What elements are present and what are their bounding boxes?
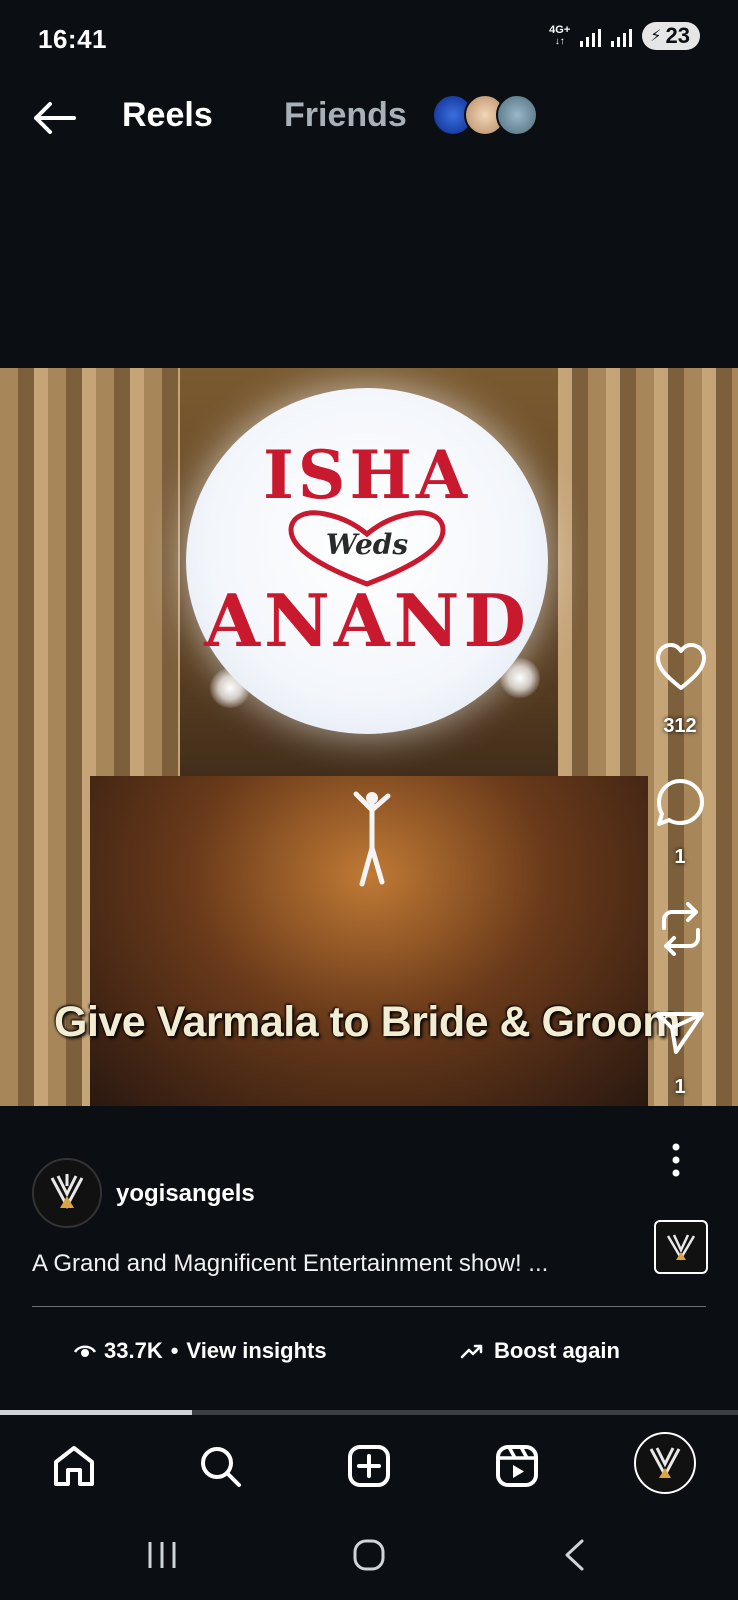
bottom-navigation bbox=[0, 1420, 738, 1510]
audio-logo bbox=[666, 1234, 696, 1261]
video-caption-overlay: Give Varmala to Bride & Groom bbox=[54, 998, 680, 1046]
brand-logo bbox=[50, 1174, 84, 1210]
signal-icon bbox=[580, 25, 602, 47]
insights-label: View insights bbox=[186, 1338, 327, 1363]
balloon-name-bottom: ANAND bbox=[204, 578, 530, 663]
reels-tab[interactable]: Reels bbox=[122, 96, 213, 135]
eye-icon bbox=[74, 1345, 96, 1357]
boost-again-button[interactable]: Boost again bbox=[460, 1338, 620, 1364]
views-count: 33.7K bbox=[104, 1338, 163, 1363]
view-insights-button[interactable]: 33.7K • View insights bbox=[74, 1338, 327, 1364]
balloon-name-top: ISHA bbox=[262, 436, 472, 514]
separator-dot: • bbox=[170, 1338, 179, 1363]
aerial-dancer bbox=[353, 791, 391, 887]
data-arrows-icon: ↓↑ bbox=[554, 36, 565, 47]
friends-tab[interactable]: Friends bbox=[284, 96, 407, 135]
balloon-sign: ISHA Weds ANAND bbox=[186, 388, 548, 734]
create-icon[interactable] bbox=[345, 1442, 393, 1490]
profile-avatar[interactable] bbox=[634, 1432, 696, 1494]
top-navigation: Reels Friends bbox=[0, 84, 738, 154]
repost-icon[interactable] bbox=[656, 902, 706, 956]
account-avatar[interactable] bbox=[32, 1158, 102, 1228]
search-icon[interactable] bbox=[196, 1442, 244, 1490]
system-navigation bbox=[0, 1510, 738, 1600]
post-caption[interactable]: A Grand and Magnificent Entertainment sh… bbox=[32, 1250, 548, 1278]
comment-icon[interactable] bbox=[654, 776, 708, 830]
home-icon[interactable] bbox=[50, 1442, 98, 1490]
heart-icon[interactable] bbox=[654, 642, 708, 692]
trending-icon bbox=[460, 1344, 483, 1359]
back-gesture-icon[interactable] bbox=[562, 1538, 586, 1572]
shares-count: 1 bbox=[674, 1076, 686, 1098]
likes-count: 312 bbox=[663, 715, 697, 737]
divider bbox=[32, 1306, 706, 1307]
battery-level: 23 bbox=[665, 23, 690, 48]
account-username[interactable]: yogisangels bbox=[116, 1180, 255, 1208]
reel-video[interactable]: ISHA Weds ANAND Give Varmala to Bride & … bbox=[0, 368, 738, 1106]
charging-icon: ⚡ bbox=[650, 28, 662, 45]
friend-avatar bbox=[496, 94, 538, 136]
signal-icon-2 bbox=[611, 25, 633, 47]
network-type: 4G+ ↓↑ bbox=[549, 24, 571, 48]
video-progress-fill bbox=[0, 1410, 192, 1415]
boost-label: Boost again bbox=[494, 1338, 620, 1363]
battery-indicator: ⚡ 23 bbox=[642, 22, 700, 50]
balloon-weds: Weds bbox=[325, 528, 409, 561]
status-bar: 16:41 4G+ ↓↑ ⚡ 23 bbox=[0, 0, 738, 82]
recents-icon[interactable] bbox=[146, 1540, 178, 1570]
audio-thumbnail[interactable] bbox=[654, 1220, 708, 1274]
send-icon[interactable] bbox=[654, 1008, 706, 1056]
status-time: 16:41 bbox=[38, 24, 107, 54]
comments-count: 1 bbox=[674, 846, 686, 868]
profile-logo bbox=[649, 1447, 681, 1479]
reels-icon[interactable] bbox=[493, 1442, 541, 1490]
home-gesture-icon[interactable] bbox=[352, 1538, 386, 1572]
more-icon[interactable] bbox=[668, 1142, 684, 1178]
network-label: 4G+ bbox=[549, 24, 571, 36]
back-arrow-icon[interactable] bbox=[30, 100, 78, 136]
video-progress-bar[interactable] bbox=[0, 1410, 738, 1415]
status-icons: 4G+ ↓↑ ⚡ 23 bbox=[549, 22, 700, 50]
friends-avatars[interactable] bbox=[432, 94, 538, 136]
